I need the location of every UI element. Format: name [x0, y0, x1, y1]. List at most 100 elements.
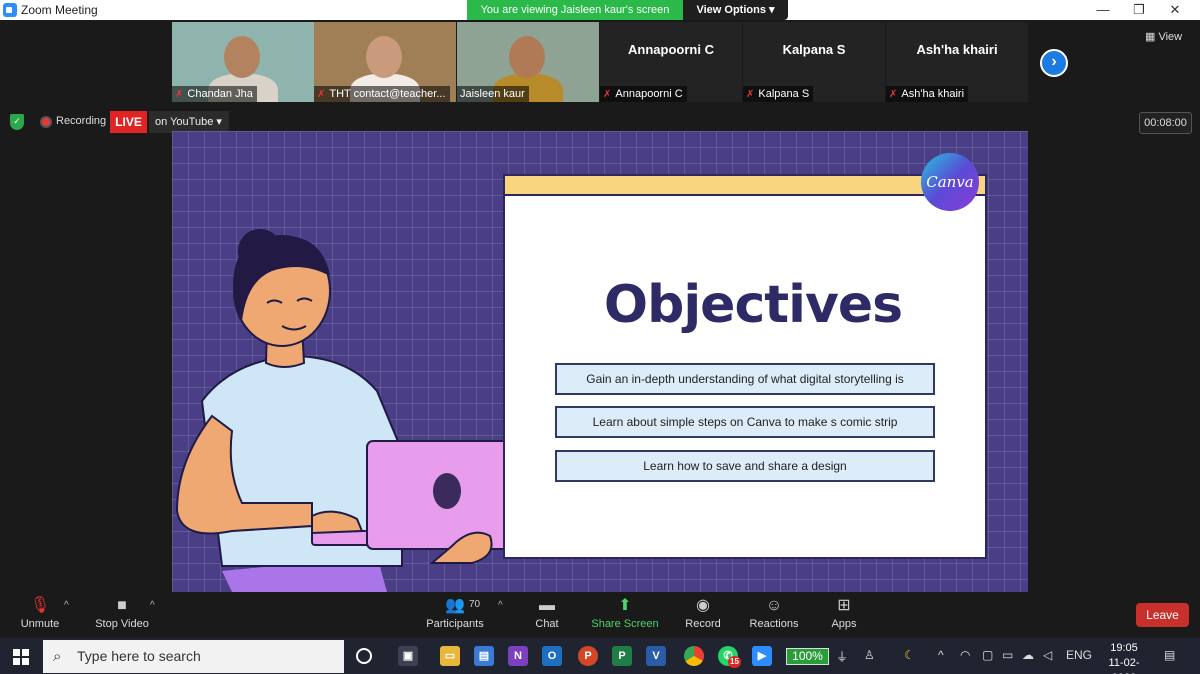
- wifi-icon[interactable]: ◠: [960, 648, 970, 662]
- objective-item: Learn about simple steps on Canva to mak…: [555, 406, 935, 438]
- muted-mic-icon: ✗: [175, 89, 184, 100]
- participant-head: [509, 36, 545, 78]
- powerpoint-icon[interactable]: P: [578, 646, 598, 666]
- whatsapp-badge: 15: [728, 656, 741, 668]
- reactions-label: Reactions: [749, 618, 799, 630]
- close-icon[interactable]: ✕: [1157, 0, 1193, 20]
- battery-tray-icon[interactable]: ▭: [1002, 648, 1013, 662]
- taskbar-clock[interactable]: 19:05 11-02-2022: [1098, 641, 1150, 674]
- zoom-window: Zoom Meeting You are viewing Jaisleen ka…: [0, 0, 1200, 674]
- chat-label: Chat: [535, 618, 559, 630]
- restore-icon[interactable]: ❐: [1121, 0, 1157, 20]
- apps-icon: ⊞: [837, 597, 851, 614]
- view-options-button[interactable]: View Options ▾: [683, 0, 788, 20]
- chat-button[interactable]: ▬ Chat: [528, 592, 566, 638]
- notifications-icon[interactable]: ▤: [1164, 648, 1175, 662]
- participant-tile[interactable]: ✗ Chandan Jha: [172, 22, 314, 102]
- title-bar: Zoom Meeting You are viewing Jaisleen ka…: [0, 0, 1200, 20]
- audio-options-caret-icon[interactable]: ^: [64, 600, 69, 611]
- unmute-button[interactable]: 🎙 Unmute: [14, 592, 66, 638]
- language-indicator[interactable]: ENG: [1066, 648, 1092, 662]
- minimize-icon[interactable]: —: [1085, 0, 1121, 20]
- canva-logo: Canva: [921, 153, 979, 211]
- muted-mic-icon: 🎙: [29, 597, 51, 614]
- store-icon[interactable]: ▤: [474, 646, 494, 666]
- show-hidden-icons-icon[interactable]: ^: [938, 648, 944, 662]
- video-options-caret-icon[interactable]: ^: [150, 600, 155, 611]
- recording-label[interactable]: Recording: [56, 115, 106, 127]
- reactions-button[interactable]: ☺ Reactions: [748, 592, 800, 638]
- participant-tile[interactable]: ✗ THT contact@teacher...: [314, 22, 456, 102]
- participant-label: ✗ THT contact@teacher...: [314, 86, 450, 102]
- onenote-icon[interactable]: N: [508, 646, 528, 666]
- participant-name: Kalpana S: [758, 88, 810, 100]
- outlook-icon[interactable]: O: [542, 646, 562, 666]
- participant-tile[interactable]: Annapoorni C ✗ Annapoorni C: [600, 22, 742, 102]
- share-screen-label: Share Screen: [591, 618, 659, 630]
- unmute-label: Unmute: [20, 618, 60, 630]
- record-button[interactable]: ◉ Record: [683, 592, 723, 638]
- chrome-icon[interactable]: [684, 646, 704, 666]
- shared-screen: Canva Objectives Gain an in-depth unders…: [172, 131, 1028, 592]
- camera-tray-icon[interactable]: ▢: [982, 648, 993, 662]
- cortana-icon[interactable]: [356, 648, 372, 664]
- battery-indicator[interactable]: 100%: [786, 648, 829, 665]
- participant-name: Ash'ha khairi: [901, 88, 965, 100]
- volume-icon[interactable]: ◁: [1043, 648, 1052, 662]
- stop-video-label: Stop Video: [95, 618, 149, 630]
- live-badge[interactable]: LIVE: [110, 111, 147, 133]
- share-screen-button[interactable]: ⬆ Share Screen: [590, 592, 660, 638]
- participants-count: 70: [469, 599, 481, 610]
- search-placeholder: Type here to search: [77, 648, 201, 664]
- participant-label: ✗ Kalpana S: [743, 86, 814, 102]
- participants-options-caret-icon[interactable]: ^: [498, 600, 503, 611]
- clock-date: 11-02-2022: [1108, 657, 1140, 674]
- onedrive-icon[interactable]: ☁: [1022, 648, 1034, 662]
- card-header-band: [503, 174, 987, 196]
- objective-item: Learn how to save and share a design: [555, 450, 935, 482]
- zoom-taskbar-icon[interactable]: ▶: [752, 646, 772, 666]
- windows-start-icon[interactable]: [13, 649, 29, 665]
- meeting-timer: 00:08:00: [1139, 112, 1192, 134]
- people-icon[interactable]: ♙: [864, 648, 875, 662]
- participant-display-name: Ash'ha khairi: [916, 42, 998, 57]
- viewing-screen-banner: You are viewing Jaisleen kaur's screen: [467, 0, 683, 20]
- participant-label: ✗ Ash'ha khairi: [886, 86, 969, 102]
- project-icon[interactable]: P: [612, 646, 632, 666]
- apps-button[interactable]: ⊞ Apps: [828, 592, 860, 638]
- leave-button[interactable]: Leave: [1136, 603, 1189, 627]
- muted-mic-icon: ✗: [317, 89, 326, 100]
- plug-icon: ⏚: [836, 650, 849, 664]
- file-explorer-icon[interactable]: ▭: [440, 646, 460, 666]
- participant-name: THT contact@teacher...: [329, 88, 446, 100]
- visio-icon[interactable]: V: [646, 646, 666, 666]
- share-screen-icon: ⬆: [618, 597, 632, 614]
- reactions-icon: ☺: [765, 597, 783, 614]
- participant-name: Jaisleen kaur: [460, 88, 525, 100]
- view-layout-button[interactable]: ▦ View: [1145, 30, 1182, 43]
- participant-name: Annapoorni C: [615, 88, 683, 100]
- security-shield-icon[interactable]: ✓: [10, 114, 24, 130]
- weather-icon[interactable]: ☾: [904, 648, 915, 662]
- participant-tile[interactable]: Jaisleen kaur: [457, 22, 599, 102]
- participants-label: Participants: [426, 618, 484, 630]
- zoom-logo-icon: [3, 3, 17, 17]
- task-view-icon[interactable]: ▣: [398, 646, 418, 666]
- record-label: Record: [685, 618, 721, 630]
- participant-head: [366, 36, 402, 78]
- participant-name: Chandan Jha: [187, 88, 253, 100]
- participant-tile[interactable]: Kalpana S ✗ Kalpana S: [743, 22, 885, 102]
- muted-mic-icon: ✗: [603, 89, 612, 100]
- stop-video-button[interactable]: ■ Stop Video: [90, 592, 154, 638]
- participant-label: ✗ Chandan Jha: [172, 86, 257, 102]
- video-camera-icon: ■: [117, 597, 127, 614]
- taskbar-search-box[interactable]: ⌕ Type here to search: [43, 640, 344, 673]
- muted-mic-icon: ✗: [746, 89, 755, 100]
- live-stream-dropdown[interactable]: on YouTube ▾: [149, 111, 229, 133]
- participant-label: ✗ Annapoorni C: [600, 86, 687, 102]
- next-page-button[interactable]: ›: [1040, 49, 1068, 77]
- clock-time: 19:05: [1110, 642, 1138, 654]
- participant-tile[interactable]: Ash'ha khairi ✗ Ash'ha khairi: [886, 22, 1028, 102]
- slide-title: Objectives: [603, 275, 903, 335]
- record-icon: ◉: [696, 597, 710, 614]
